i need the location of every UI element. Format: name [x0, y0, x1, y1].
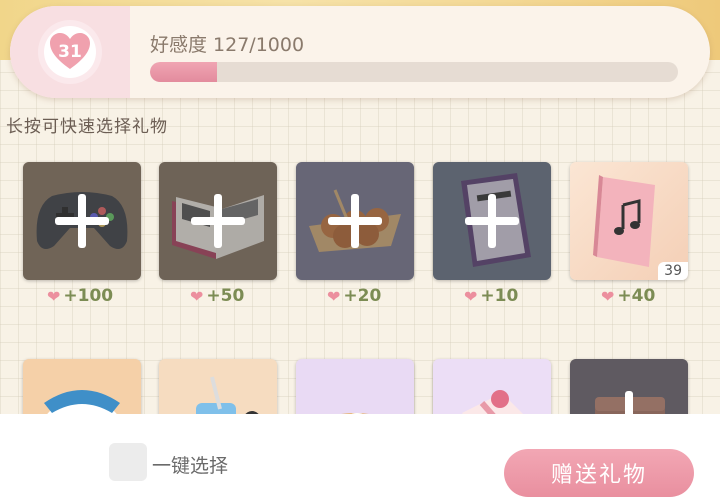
heart-icon: ❤ — [601, 286, 615, 306]
select-all-label[interactable]: 一键选择 — [152, 451, 228, 478]
gift-count: 39 — [658, 262, 688, 280]
add-icon — [55, 194, 109, 248]
affinity-panel: 31 好感度 127/1000 — [10, 6, 710, 98]
add-icon — [465, 194, 519, 248]
gift-slot-open-book[interactable] — [159, 162, 277, 280]
gift-slot-music-notebook[interactable]: 39 — [570, 162, 688, 280]
gift-affinity-value: ❤ +40 — [601, 286, 656, 306]
gift-slot-game-controller[interactable] — [23, 162, 141, 280]
gift-affinity-value: ❤ +50 — [190, 286, 245, 306]
affinity-label: 好感度 127/1000 — [150, 34, 305, 56]
select-all-checkbox[interactable] — [109, 443, 147, 481]
music-notebook-icon — [593, 175, 655, 267]
add-icon — [328, 194, 382, 248]
affinity-level: 31 — [58, 42, 82, 62]
add-icon — [191, 194, 245, 248]
gift-affinity-value: ❤ +100 — [47, 286, 114, 306]
long-press-hint: 长按可快速选择礼物 — [6, 117, 168, 137]
affinity-progress-fill — [150, 62, 218, 82]
gift-slot-purple-book[interactable] — [433, 162, 551, 280]
heart-icon: ❤ — [327, 286, 341, 306]
send-gift-button[interactable]: 赠送礼物 — [504, 449, 694, 497]
heart-icon: ❤ — [190, 286, 204, 306]
affinity-level-badge: 31 — [44, 26, 96, 78]
heart-icon: ❤ — [47, 286, 61, 306]
heart-icon: ❤ — [464, 286, 478, 306]
gift-affinity-value: ❤ +10 — [464, 286, 519, 306]
affinity-progress-bar — [150, 62, 678, 82]
gift-affinity-value: ❤ +20 — [327, 286, 382, 306]
gift-slot-takoyaki[interactable] — [296, 162, 414, 280]
